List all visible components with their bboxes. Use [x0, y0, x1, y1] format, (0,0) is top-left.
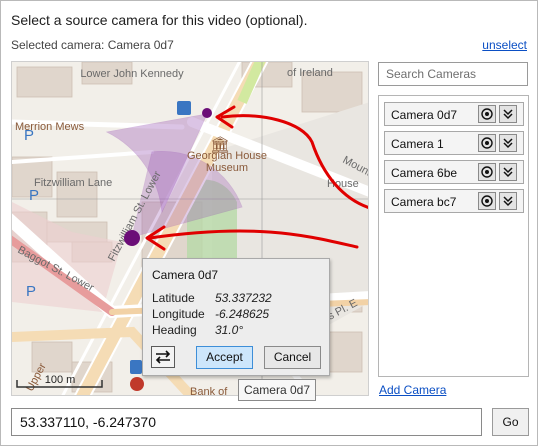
longitude-label: Longitude — [152, 307, 205, 321]
camera-item-label: Camera 6be — [391, 166, 458, 180]
target-icon — [481, 195, 493, 207]
coordinates-input[interactable] — [11, 408, 482, 436]
camera-item[interactable]: Camera 0d7 — [384, 102, 524, 126]
street-label: of Ireland — [287, 67, 333, 79]
target-icon — [481, 108, 493, 120]
target-icon — [481, 166, 493, 178]
accept-button[interactable]: Accept — [196, 346, 253, 369]
target-button[interactable] — [478, 134, 496, 152]
go-button[interactable]: Go — [492, 408, 529, 436]
camera-marker-selected[interactable] — [124, 230, 140, 246]
swap-arrows-icon — [155, 350, 171, 364]
heading-label: Heading — [152, 323, 197, 337]
hospital-icon — [130, 377, 144, 391]
museum-label-box: Georgian House Museum — [186, 150, 268, 174]
parking-icon: P — [29, 187, 39, 204]
street-label: Fitzwilliam Lane — [34, 177, 112, 189]
camera-tooltip: Camera 0d7 — [238, 379, 316, 401]
expand-button[interactable] — [499, 105, 517, 123]
add-camera-link[interactable]: Add Camera — [379, 383, 446, 397]
expand-button[interactable] — [499, 192, 517, 210]
camera-item[interactable]: Camera 1 — [384, 131, 524, 155]
svg-text:100 m: 100 m — [45, 374, 76, 386]
longitude-value: -6.248625 — [215, 307, 270, 321]
target-button[interactable] — [478, 192, 496, 210]
camera-marker[interactable] — [202, 108, 212, 118]
unselect-link[interactable]: unselect — [482, 38, 527, 52]
camera-item-label: Camera 1 — [391, 137, 444, 151]
camera-popup: Camera 0d7 Latitude 53.337232 Longitude … — [142, 258, 330, 376]
swap-button[interactable] — [151, 346, 175, 368]
bus-icon — [130, 360, 142, 374]
chevron-double-down-icon — [503, 167, 513, 178]
bus-icon — [177, 101, 191, 115]
camera-item-label: Camera bc7 — [391, 195, 457, 209]
search-input[interactable] — [378, 62, 528, 86]
chevron-double-down-icon — [503, 138, 513, 149]
chevron-double-down-icon — [503, 109, 513, 120]
expand-button[interactable] — [499, 163, 517, 181]
target-icon — [481, 137, 493, 149]
expand-button[interactable] — [499, 134, 517, 152]
target-button[interactable] — [478, 105, 496, 123]
camera-item-label: Camera 0d7 — [391, 108, 458, 122]
chevron-double-down-icon — [503, 196, 513, 207]
street-label: Lower John Kennedy — [80, 68, 184, 80]
target-button[interactable] — [478, 163, 496, 181]
popup-title: Camera 0d7 — [152, 268, 219, 282]
dialog-window: Select a source camera for this video (o… — [0, 0, 538, 446]
street-label: Bank of — [190, 386, 228, 396]
heading-value: 31.0° — [215, 323, 244, 337]
cancel-button[interactable]: Cancel — [264, 346, 321, 369]
selected-camera-text: Selected camera: Camera 0d7 — [11, 38, 174, 52]
latitude-value: 53.337232 — [215, 291, 272, 305]
museum-label: Georgian House Museum — [186, 150, 268, 174]
latitude-label: Latitude — [152, 291, 195, 305]
camera-item[interactable]: Camera bc7 — [384, 189, 524, 213]
parking-icon: P — [24, 127, 34, 144]
parking-icon: P — [26, 283, 36, 300]
camera-list: Camera 0d7 Camera 1 Camera 6be Camera bc… — [378, 95, 529, 377]
prompt-text: Select a source camera for this video (o… — [11, 12, 308, 28]
camera-item[interactable]: Camera 6be — [384, 160, 524, 184]
